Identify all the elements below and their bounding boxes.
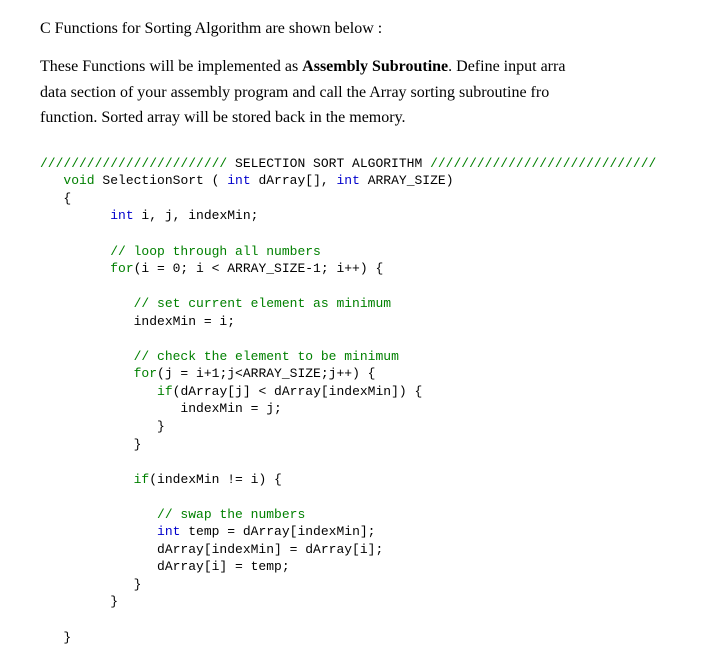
code-indent	[40, 208, 110, 223]
code-keyword-if: if	[157, 384, 173, 399]
code-separator-left: ////////////////////////	[40, 156, 227, 171]
code-comment: // check the element to be minimum	[134, 349, 399, 364]
code-indent	[40, 384, 157, 399]
para-text-2: . Define input arra	[448, 58, 565, 75]
code-keyword-void: void	[63, 173, 94, 188]
code-line: }	[40, 577, 141, 592]
code-indent	[40, 296, 134, 311]
code-line: }	[40, 630, 71, 645]
code-line: indexMin = j;	[40, 401, 282, 416]
para-line-3: function. Sorted array will be stored ba…	[40, 109, 406, 126]
code-comment: // swap the numbers	[157, 507, 305, 522]
code-keyword-if: if	[134, 472, 150, 487]
code-indent	[40, 173, 63, 188]
code-type-int: int	[157, 524, 180, 539]
para-bold: Assembly Subroutine	[302, 58, 448, 75]
code-if-cond: (indexMin != i) {	[149, 472, 282, 487]
code-indent	[40, 244, 110, 259]
code-if-cond: (dArray[j] < dArray[indexMin]) {	[173, 384, 423, 399]
code-type-int: int	[336, 173, 359, 188]
code-line: }	[40, 419, 165, 434]
code-line: {	[40, 191, 71, 206]
code-indent	[40, 524, 157, 539]
code-title: SELECTION SORT ALGORITHM	[227, 156, 430, 171]
section-heading: C Functions for Sorting Algorithm are sh…	[40, 20, 720, 38]
code-param-2: ARRAY_SIZE)	[360, 173, 454, 188]
para-line-2: data section of your assembly program an…	[40, 84, 549, 101]
code-for-cond: (i = 0; i < ARRAY_SIZE-1; i++) {	[134, 261, 384, 276]
instruction-paragraph: These Functions will be implemented as A…	[40, 54, 720, 131]
code-type-int: int	[227, 173, 250, 188]
code-type-int: int	[110, 208, 133, 223]
code-temp-decl: temp = dArray[indexMin];	[180, 524, 375, 539]
code-comment: // loop through all numbers	[110, 244, 321, 259]
code-indent	[40, 349, 134, 364]
code-line: }	[40, 437, 141, 452]
code-vars: i, j, indexMin;	[134, 208, 259, 223]
code-indent	[40, 507, 157, 522]
code-indent	[40, 261, 110, 276]
code-separator-right: /////////////////////////////	[430, 156, 656, 171]
code-keyword-for: for	[134, 366, 157, 381]
code-for-cond: (j = i+1;j<ARRAY_SIZE;j++) {	[157, 366, 375, 381]
code-comment: // set current element as minimum	[134, 296, 391, 311]
para-text-1: These Functions will be implemented as	[40, 58, 302, 75]
code-param-1: dArray[],	[251, 173, 337, 188]
code-line: dArray[i] = temp;	[40, 559, 290, 574]
code-line: dArray[indexMin] = dArray[i];	[40, 542, 383, 557]
code-keyword-for: for	[110, 261, 133, 276]
code-block: //////////////////////// SELECTION SORT …	[40, 155, 720, 646]
code-line: indexMin = i;	[40, 314, 235, 329]
code-func-name: SelectionSort (	[95, 173, 228, 188]
code-line: }	[40, 594, 118, 609]
code-indent	[40, 472, 134, 487]
code-indent	[40, 366, 134, 381]
